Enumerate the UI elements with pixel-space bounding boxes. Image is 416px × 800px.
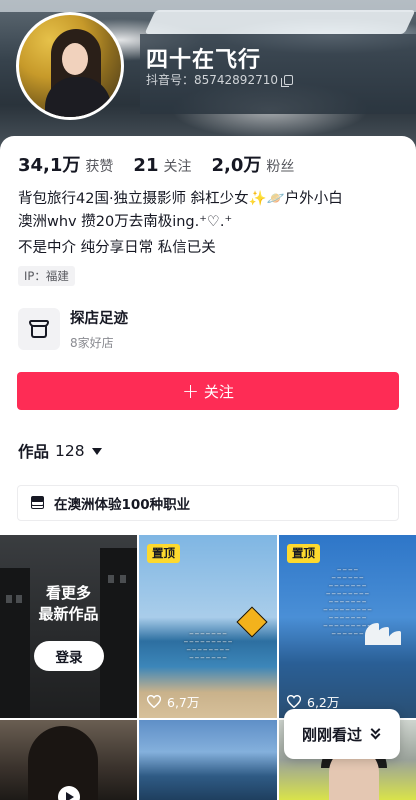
bio-line: 背包旅行42国·独立摄影师 斜杠少女✨🪐户外小白 xyxy=(18,191,343,207)
pinned-badge: 置顶 xyxy=(287,544,320,563)
stat-value: 34,1万 xyxy=(18,155,81,176)
bio-line: 澳洲whv 攒20万去南极ing.⁺♡.⁺ xyxy=(18,214,233,230)
follow-button[interactable]: + 关注 xyxy=(17,372,399,410)
video-thumbnail[interactable]: 置顶 ─ ─ ─ ─ ─ ─ ─ ─ ─ ─ ─ ─ ─ ─ ─ ─ ─ ─ ─ ─… xyxy=(139,535,277,718)
double-chevron-down-icon xyxy=(370,724,382,741)
stat-followers[interactable]: 2,0万 粉丝 xyxy=(211,151,294,177)
recently-viewed-label: 刚刚看过 xyxy=(301,725,362,744)
recently-viewed-button[interactable]: 刚刚看过 xyxy=(284,709,400,759)
stat-value: 21 xyxy=(133,155,159,176)
video-thumbnail[interactable]: 置顶 ─ ─ ─ ─ ─ ─ ─ ─ ─ ─ ─ ─ ─ ─ ─ ─ ─ ─ ─ ─ … xyxy=(279,535,416,718)
stats-row: 34,1万 获赞 21 关注 2,0万 粉丝 xyxy=(18,151,314,177)
like-count: 6,7万 xyxy=(147,692,199,711)
store-title: 探店足迹 xyxy=(70,311,128,327)
profile-sheet: 34,1万 获赞 21 关注 2,0万 粉丝 背包旅行42国·独立摄影师 斜杠少… xyxy=(0,136,416,800)
stat-label: 关注 xyxy=(163,159,192,175)
douyin-id[interactable]: 抖音号：85742892710 xyxy=(146,71,293,88)
login-card-line: 最新作品 xyxy=(38,605,99,623)
storefront-icon xyxy=(18,308,60,350)
stat-following[interactable]: 21 关注 xyxy=(133,155,191,176)
caption-overlay: ─ ─ ─ ─ ─ ─ ─ ─ ─ ─ ─ ─ ─ ─ ─ ─ ─ ─ ─ ─ ─ … xyxy=(184,631,232,662)
store-footprint[interactable]: 探店足迹 8家好店 xyxy=(18,307,128,351)
works-count: 128 xyxy=(55,442,85,460)
stat-label: 粉丝 xyxy=(266,159,295,175)
video-thumbnail[interactable] xyxy=(139,720,277,800)
works-tab[interactable]: 作品 128 xyxy=(18,440,102,462)
pinned-badge: 置顶 xyxy=(147,544,180,563)
douyin-id-text: 抖音号：85742892710 xyxy=(146,73,278,87)
stat-value: 2,0万 xyxy=(211,155,262,176)
stat-label: 获赞 xyxy=(85,159,114,175)
caret-down-icon xyxy=(91,447,102,455)
heart-icon xyxy=(147,695,161,708)
stack-icon xyxy=(30,496,46,510)
heart-icon xyxy=(287,695,301,708)
video-grid: 看更多 最新作品 登录 置顶 ─ ─ ─ ─ ─ ─ ─ ─ ─ ─ ─ ─ ─ … xyxy=(0,535,416,800)
like-count-value: 6,7万 xyxy=(167,695,200,710)
collection-entry[interactable]: 在澳洲体验100种职业 xyxy=(17,485,399,521)
works-label: 作品 xyxy=(18,443,50,461)
avatar[interactable] xyxy=(16,12,124,120)
stat-likes[interactable]: 34,1万 获赞 xyxy=(18,151,113,177)
bio-line: 不是中介 纯分享日常 私信已关 xyxy=(18,240,216,256)
store-subtitle: 8家好店 xyxy=(70,336,114,350)
video-thumbnail[interactable] xyxy=(0,720,137,800)
login-button[interactable]: 登录 xyxy=(34,641,104,671)
plus-icon: + xyxy=(182,379,199,403)
login-card-line: 看更多 xyxy=(45,584,91,602)
follow-label: 关注 xyxy=(203,382,234,401)
ip-location-tag: IP：福建 xyxy=(18,266,75,286)
nickname: 四十在飞行 xyxy=(146,48,262,73)
bio: 背包旅行42国·独立摄影师 斜杠少女✨🪐户外小白 澳洲whv 攒20万去南极in… xyxy=(18,188,403,260)
login-card[interactable]: 看更多 最新作品 登录 xyxy=(0,535,137,718)
collection-label: 在澳洲体验100种职业 xyxy=(54,497,191,513)
opera-house-graphic xyxy=(365,621,411,645)
copy-icon[interactable] xyxy=(280,74,293,87)
